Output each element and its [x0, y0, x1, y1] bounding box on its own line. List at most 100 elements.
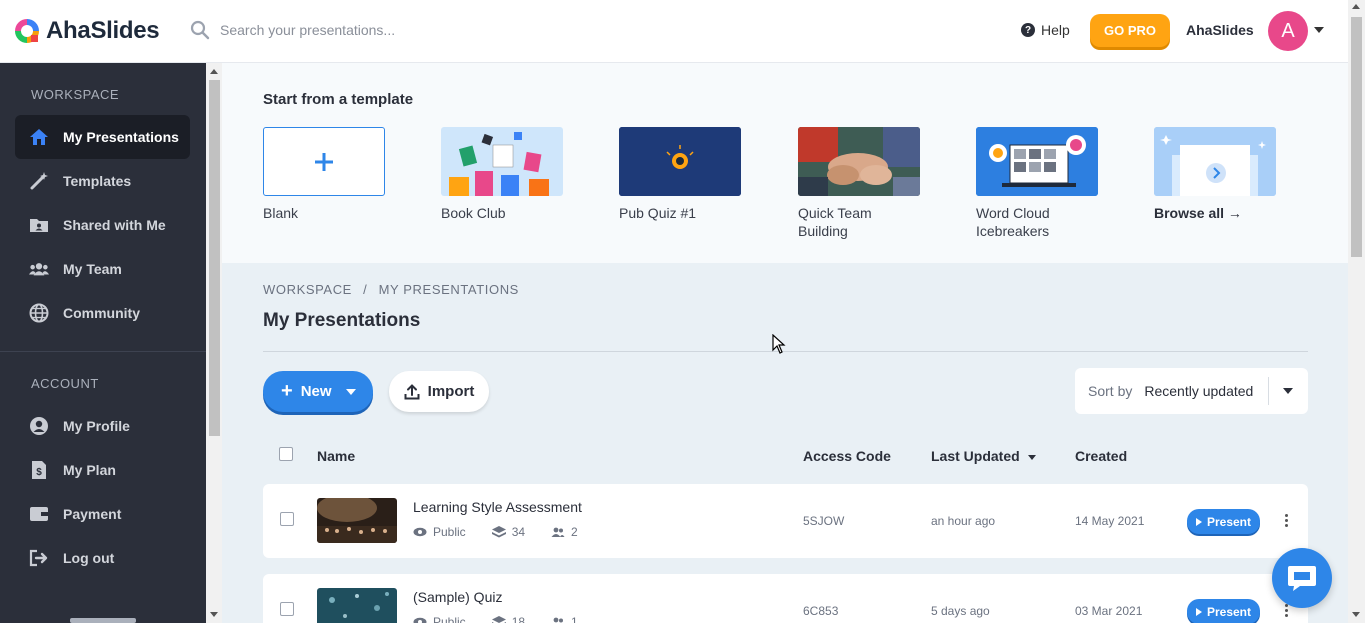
- present-button[interactable]: Present: [1187, 599, 1260, 623]
- new-button-label: New: [300, 383, 332, 400]
- participants-icon: [551, 527, 565, 537]
- sidebar-item-my-plan[interactable]: $ My Plan: [15, 448, 190, 492]
- app-logo[interactable]: AhaSlides: [14, 17, 160, 45]
- search-bar: [190, 20, 520, 40]
- chevron-down-icon: [1283, 388, 1293, 394]
- import-button[interactable]: Import: [389, 371, 489, 412]
- column-header-access-code[interactable]: Access Code: [803, 448, 891, 464]
- scroll-down-arrow-icon[interactable]: [1352, 612, 1360, 617]
- sidebar-section-account: ACCOUNT: [31, 376, 99, 391]
- plus-icon: +: [281, 380, 293, 402]
- column-header-name[interactable]: Name: [317, 448, 355, 464]
- logo-icon: [15, 19, 39, 43]
- svg-text:$: $: [36, 467, 42, 478]
- templates-title: Start from a template: [263, 91, 414, 108]
- slide-count: 34: [511, 525, 526, 539]
- present-button[interactable]: Present: [1187, 509, 1260, 534]
- pub-quiz-image: [619, 127, 741, 196]
- page-title: My Presentations: [263, 310, 421, 331]
- help-icon: ?: [1021, 23, 1035, 37]
- access-code: 5SJOW: [803, 514, 845, 528]
- template-thumbnail: [619, 127, 741, 196]
- new-presentation-button[interactable]: + New: [263, 371, 373, 412]
- magic-wand-icon: [29, 171, 49, 191]
- sidebar-scroll-thumb[interactable]: [209, 80, 220, 436]
- participants-icon: [553, 617, 564, 623]
- sidebar-item-my-presentations[interactable]: My Presentations: [15, 115, 190, 159]
- template-thumbnail: [798, 127, 920, 196]
- sort-separator: [1268, 377, 1269, 405]
- sidebar-item-my-profile[interactable]: My Profile: [15, 404, 190, 448]
- present-button-label: Present: [1206, 514, 1252, 529]
- help-link[interactable]: ? Help: [1021, 22, 1070, 38]
- sidebar-item-label: My Profile: [63, 418, 130, 434]
- sidebar-item-label: Shared with Me: [63, 217, 166, 233]
- team-icon: [29, 259, 49, 279]
- globe-icon: [29, 303, 49, 323]
- row-checkbox[interactable]: [280, 602, 294, 616]
- avatar[interactable]: A: [1268, 11, 1308, 51]
- scroll-up-arrow-icon[interactable]: [1352, 4, 1360, 9]
- layers-icon: [491, 616, 506, 623]
- sidebar-item-my-team[interactable]: My Team: [15, 247, 190, 291]
- sidebar-item-label: Templates: [63, 173, 132, 189]
- presentation-meta: Public 34 2: [413, 525, 578, 539]
- play-icon: [1195, 517, 1202, 526]
- go-pro-button[interactable]: GO PRO: [1090, 14, 1170, 47]
- team-building-photo: [798, 127, 920, 196]
- template-browse-all[interactable]: Browse all →: [1154, 127, 1276, 222]
- sidebar-item-community[interactable]: Community: [15, 291, 190, 335]
- word-cloud-image: [976, 127, 1098, 196]
- breadcrumb-item[interactable]: WORKSPACE: [263, 282, 352, 297]
- plan-document-icon: $: [29, 460, 49, 480]
- search-input[interactable]: [220, 22, 520, 38]
- template-label: Book Club: [441, 205, 506, 221]
- presentation-title[interactable]: (Sample) Quiz: [413, 589, 502, 605]
- browse-all-link[interactable]: Browse all →: [1154, 204, 1276, 222]
- chat-bubble-icon: [1288, 566, 1316, 591]
- row-checkbox[interactable]: [280, 512, 294, 526]
- presentation-thumbnail[interactable]: [317, 498, 397, 543]
- template-quick-team-building[interactable]: Quick Team Building: [798, 127, 920, 240]
- template-thumbnail: [441, 127, 563, 196]
- top-header: AhaSlides ? Help GO PRO AhaSlides A: [0, 0, 1365, 63]
- eye-icon: [413, 617, 427, 623]
- more-options-icon[interactable]: [1285, 514, 1288, 527]
- column-header-created[interactable]: Created: [1075, 448, 1127, 464]
- sidebar-item-templates[interactable]: Templates: [15, 159, 190, 203]
- presentation-thumbnail[interactable]: [317, 588, 397, 623]
- table-row[interactable]: Learning Style Assessment Public 34 2 5S…: [263, 484, 1308, 558]
- template-word-cloud-icebreakers[interactable]: Word Cloud Icebreakers: [976, 127, 1098, 240]
- template-thumbnail: [1154, 127, 1276, 196]
- account-menu-caret-icon[interactable]: [1314, 27, 1324, 33]
- more-options-icon[interactable]: [1285, 604, 1288, 617]
- participant-count: 2: [571, 525, 578, 539]
- username[interactable]: AhaSlides: [1186, 22, 1254, 38]
- sort-dropdown[interactable]: Sort by Recently updated: [1075, 368, 1308, 414]
- template-thumbnail: [976, 127, 1098, 196]
- table-row[interactable]: (Sample) Quiz Public 18 1 6C853 5 days a…: [263, 574, 1308, 623]
- scroll-down-arrow-icon[interactable]: [210, 612, 218, 617]
- plus-icon: [315, 152, 333, 171]
- scroll-up-arrow-icon[interactable]: [210, 69, 218, 74]
- sidebar-item-label: My Plan: [63, 462, 116, 478]
- template-label: Blank: [263, 205, 299, 221]
- sidebar-item-log-out[interactable]: Log out: [15, 536, 190, 580]
- template-pub-quiz[interactable]: Pub Quiz #1: [619, 127, 741, 222]
- page-scroll-thumb[interactable]: [1351, 17, 1362, 257]
- upload-icon: [404, 383, 420, 399]
- home-icon: [29, 127, 49, 147]
- chat-support-button[interactable]: [1272, 548, 1332, 608]
- help-label: Help: [1041, 22, 1070, 38]
- column-header-last-updated[interactable]: Last Updated: [931, 448, 1036, 464]
- presentation-title[interactable]: Learning Style Assessment: [413, 499, 582, 515]
- logo-text: AhaSlides: [46, 17, 160, 44]
- participant-count: 1: [571, 615, 578, 623]
- select-all-checkbox[interactable]: [279, 447, 293, 461]
- sidebar-item-shared-with-me[interactable]: Shared with Me: [15, 203, 190, 247]
- sidebar-item-payment[interactable]: Payment: [15, 492, 190, 536]
- sidebar: WORKSPACE My Presentations Templates Sha…: [0, 63, 206, 623]
- template-blank[interactable]: Blank: [263, 127, 385, 222]
- concert-image: [317, 498, 397, 543]
- template-book-club[interactable]: Book Club: [441, 127, 563, 222]
